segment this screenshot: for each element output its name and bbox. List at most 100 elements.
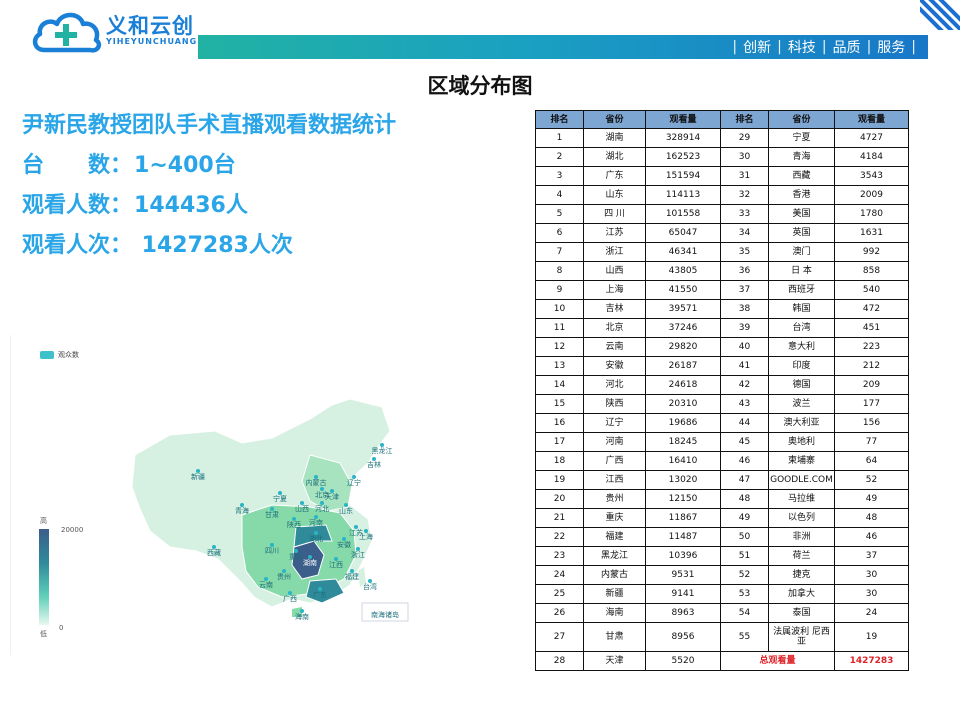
rank-cell: 53 (720, 584, 769, 604)
table-header: 排名 (720, 110, 769, 129)
region-cell: 重庆 (583, 508, 646, 528)
region-cell: 法属波利 尼西亚 (768, 622, 835, 652)
rank-cell: 28 (535, 651, 584, 671)
rank-cell: 13 (535, 356, 584, 376)
rank-cell: 16 (535, 413, 584, 433)
region-cell: 美国 (768, 204, 835, 224)
china-map: 黑龙江吉林辽宁内蒙古北京天津河北山西 山东宁夏甘肃青海新疆西藏陕西 河南江苏安徽上海… (131, 398, 409, 622)
region-cell: 贵州 (583, 489, 646, 509)
rank-cell: 23 (535, 546, 584, 566)
province-label: 甘肃 (265, 510, 279, 519)
province-label: 贵州 (277, 572, 291, 581)
nav-item-quality[interactable]: 品质 (833, 37, 861, 57)
rank-cell: 41 (720, 356, 769, 376)
region-cell: 荷兰 (768, 546, 835, 566)
legend-swatch (40, 351, 54, 359)
rank-cell: 2 (535, 147, 584, 167)
nav-item-innovation[interactable]: 创新 (743, 37, 771, 57)
region-cell: 印度 (768, 356, 835, 376)
views-cell: 101558 (645, 204, 721, 224)
views-cell: 39571 (645, 299, 721, 319)
region-cell: 江西 (583, 470, 646, 490)
rank-cell: 20 (535, 489, 584, 509)
table-header: 省份 (583, 110, 646, 129)
stat-viewers: 观看人数：144436人 (22, 190, 396, 230)
region-cell: 吉林 (583, 299, 646, 319)
views-cell: 2009 (834, 185, 909, 205)
region-cell: 捷克 (768, 565, 835, 585)
views-cell: 10396 (645, 546, 721, 566)
rank-cell: 33 (720, 204, 769, 224)
brand-name-cn: 义和云创 (106, 14, 194, 38)
region-cell: 西班牙 (768, 280, 835, 300)
rank-cell: 7 (535, 242, 584, 262)
table-row: 5四 川 101558 33 美国 1780 (535, 204, 909, 224)
rank-cell: 48 (720, 489, 769, 509)
region-cell: 宁夏 (768, 128, 835, 148)
views-cell: 46341 (645, 242, 721, 262)
table-row: 19 江西 13020 47 GOODLE.COM 52 (535, 470, 909, 490)
table-row: 16 辽宁 19686 44 澳大利亚 156 (535, 413, 909, 433)
visual-map-bar[interactable] (39, 529, 49, 625)
region-cell: 安徽 (583, 356, 646, 376)
region-cell: 波兰 (768, 394, 835, 414)
rank-cell: 30 (720, 147, 769, 167)
page-title: 区域分布图 (427, 73, 533, 98)
region-cell: 泰国 (768, 603, 835, 623)
views-cell: 41550 (645, 280, 721, 300)
province-label: 河南 (309, 518, 323, 527)
views-cell: 209 (834, 375, 909, 395)
table-row: 3 广东 151594 31 西藏 3543 (535, 166, 909, 186)
rank-cell: 22 (535, 527, 584, 547)
rank-cell: 21 (535, 508, 584, 528)
table-header: 观看量 (645, 110, 721, 129)
table-row: 25 新疆 9141 53 加拿大 30 (535, 584, 909, 604)
rank-cell: 39 (720, 318, 769, 338)
rank-cell: 47 (720, 470, 769, 490)
region-cell: 柬埔寨 (768, 451, 835, 471)
views-cell: 151594 (645, 166, 721, 186)
province-label: 江西 (329, 561, 343, 569)
province-label: 南海诸岛 (371, 610, 399, 619)
views-cell: 4184 (834, 147, 909, 167)
views-cell: 9141 (645, 584, 721, 604)
rank-cell: 14 (535, 375, 584, 395)
views-cell: 5520 (645, 651, 721, 671)
region-cell: 西藏 (768, 166, 835, 186)
nav-item-technology[interactable]: 科技 (788, 37, 816, 57)
rank-cell: 27 (535, 622, 584, 652)
views-cell: 858 (834, 261, 909, 281)
rank-cell: 49 (720, 508, 769, 528)
rank-cell: 34 (720, 223, 769, 243)
province-label: 重庆 (289, 552, 303, 561)
views-cell: 37 (834, 546, 909, 566)
nav-separator: | (911, 39, 916, 55)
visual-map-high-label: 高 (40, 517, 47, 525)
views-cell: 8956 (645, 622, 721, 652)
rank-cell: 38 (720, 299, 769, 319)
stats-block: 尹新民教授团队手术直播观看数据统计 台 数：1~400台 观看人数：144436… (22, 110, 396, 270)
views-cell: 30 (834, 584, 909, 604)
region-cell: 台湾 (768, 318, 835, 338)
province-label: 山东 (339, 506, 353, 515)
region-cell: 非洲 (768, 527, 835, 547)
province-label: 四川 (265, 547, 279, 555)
views-cell: 3543 (834, 166, 909, 186)
rank-cell: 12 (535, 337, 584, 357)
views-cell: 77 (834, 432, 909, 452)
views-cell: 540 (834, 280, 909, 300)
views-cell: 29820 (645, 337, 721, 357)
views-cell: 162523 (645, 147, 721, 167)
table-row: 7 浙江 46341 35 澳门 992 (535, 242, 909, 262)
nav-item-service[interactable]: 服务 (877, 37, 905, 57)
region-cell: 新疆 (583, 584, 646, 604)
legend-label: 观众数 (58, 351, 79, 359)
table-header-row: 排名 省份 观看量 排名 省份 观看量 (535, 110, 909, 129)
stat-views: 观看人次： 1427283人次 (22, 230, 396, 270)
province-label: 青海 (235, 506, 249, 515)
table-row: 15 陕西 20310 43 波兰 177 (535, 394, 909, 414)
stat-devices: 台 数：1~400台 (22, 150, 396, 190)
region-cell: 山东 (583, 185, 646, 205)
province-label: 广东 (313, 590, 327, 599)
province-label: 新疆 (191, 472, 205, 481)
